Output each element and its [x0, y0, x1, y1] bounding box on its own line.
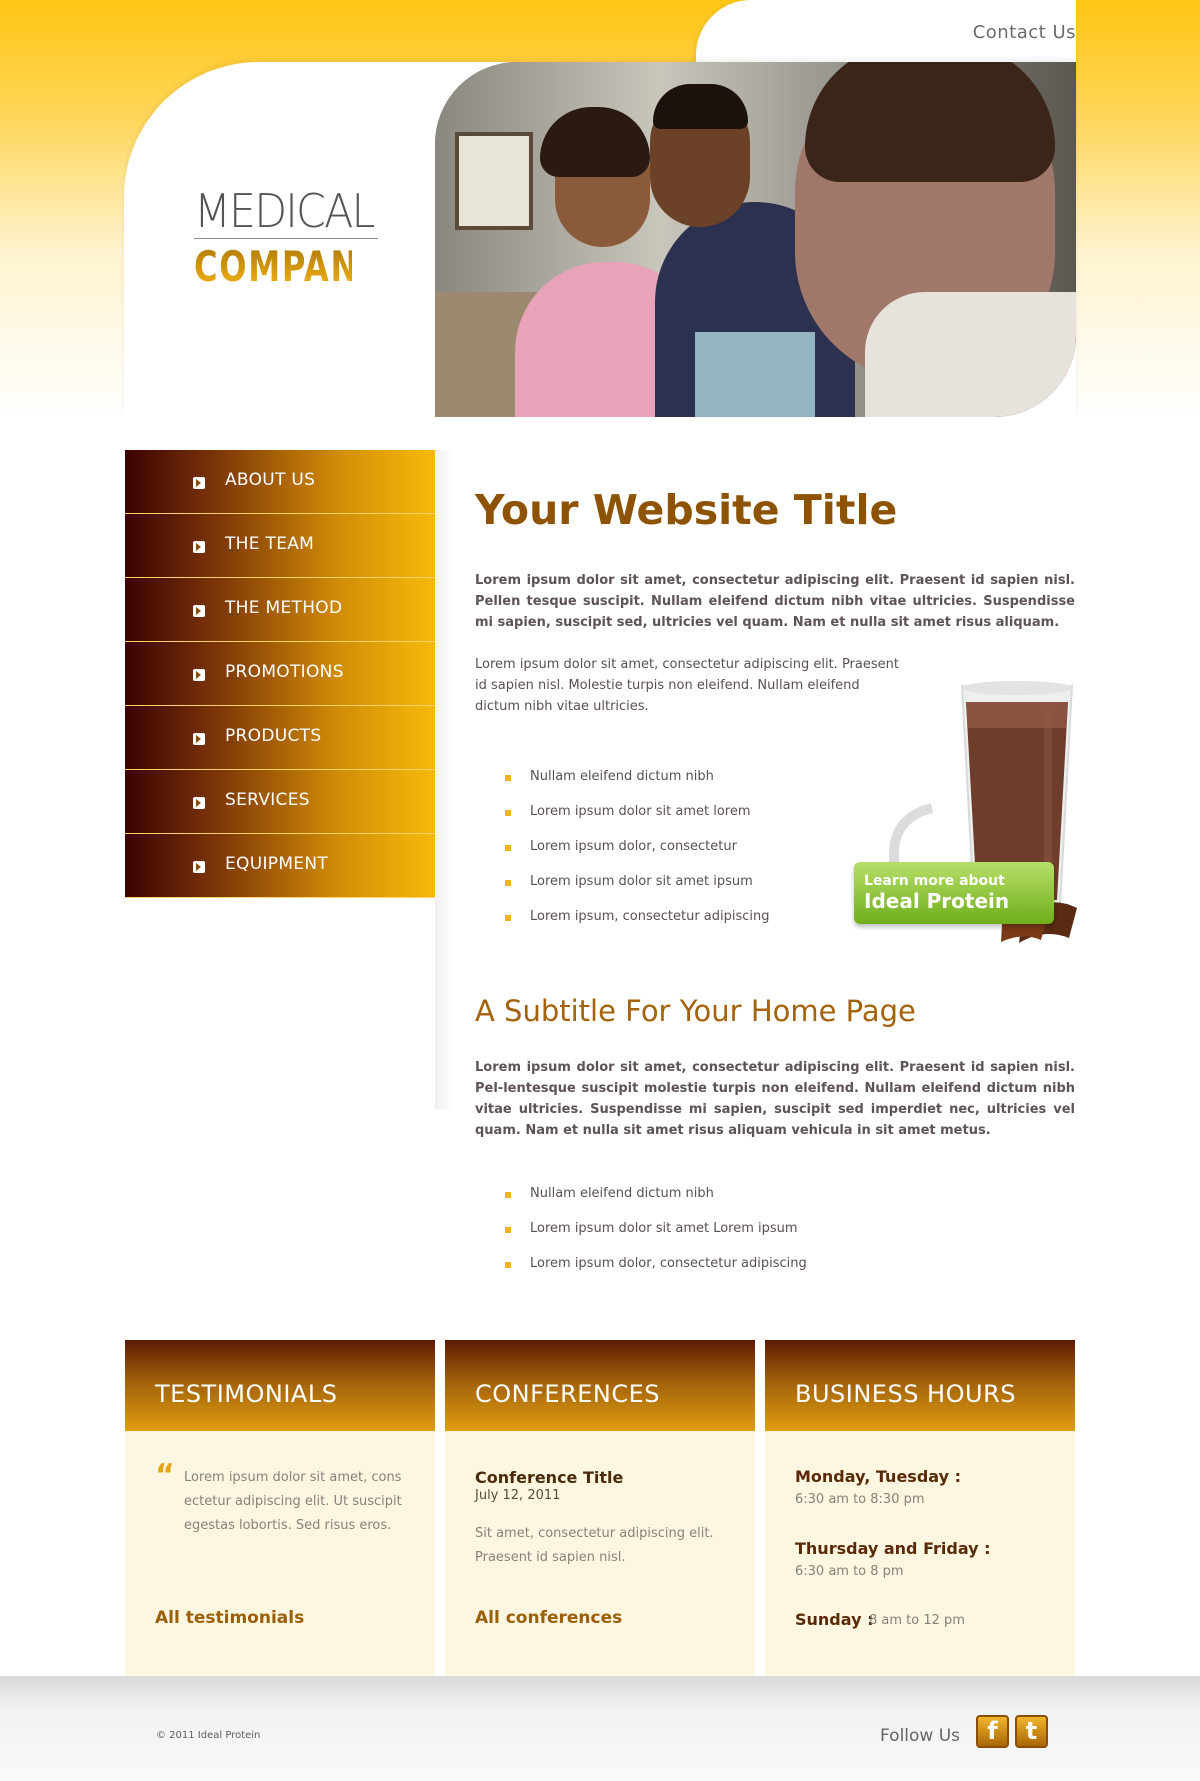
- feature-list-2: Nullam eleifend dictum nibh Lorem ipsum …: [475, 1184, 1075, 1289]
- nav-item-label: PRODUCTS: [225, 726, 322, 746]
- testimonial-text: Lorem ipsum dolor sit amet, cons ectetur…: [184, 1470, 402, 1533]
- secondary-paragraph: Lorem ipsum dolor sit amet, consectetur …: [475, 657, 899, 714]
- logo-top-text: MEDICAL: [194, 184, 375, 238]
- hours-time-value: 6:30 am to 8:30 pm: [795, 1492, 925, 1507]
- learn-more-button[interactable]: Learn more about Ideal Protein: [854, 862, 1054, 924]
- list-item: Lorem ipsum, consectetur adipiscing: [475, 907, 875, 942]
- all-conferences-link[interactable]: All conferences: [475, 1608, 622, 1628]
- hours-day-label: Thursday and Friday :: [795, 1539, 991, 1558]
- hours-time-value: 8 am to 12 pm: [869, 1613, 965, 1628]
- arrow-right-icon: [193, 605, 205, 617]
- hours-day-label: Sunday :: [795, 1610, 874, 1629]
- intro-paragraph: Lorem ipsum dolor sit amet, consectetur …: [475, 573, 1075, 630]
- nav-item-about-us[interactable]: ABOUT US: [125, 450, 435, 514]
- arrow-right-icon: [193, 797, 205, 809]
- business-hours-box: BUSINESS HOURS Monday, Tuesday : 6:30 am…: [765, 1340, 1075, 1676]
- box-header: BUSINESS HOURS: [765, 1340, 1075, 1431]
- nav-item-products[interactable]: PRODUCTS: [125, 706, 435, 770]
- copyright-text: © 2011 Ideal Protein: [156, 1730, 261, 1741]
- quote-icon: “: [155, 1458, 175, 1493]
- box-title: TESTIMONIALS: [155, 1380, 338, 1408]
- arrow-right-icon: [193, 861, 205, 873]
- hero-photo: [435, 62, 1076, 417]
- hours-day-label: Monday, Tuesday :: [795, 1467, 961, 1486]
- list-item: Lorem ipsum dolor sit amet lorem: [475, 802, 875, 837]
- nav-item-services[interactable]: SERVICES: [125, 770, 435, 834]
- page-subtitle: A Subtitle For Your Home Page: [475, 994, 916, 1028]
- list-item: Lorem ipsum dolor sit amet ipsum: [475, 872, 875, 907]
- conference-date: July 12, 2011: [475, 1488, 561, 1503]
- nav-item-label: SERVICES: [225, 790, 310, 810]
- arrow-right-icon: [193, 733, 205, 745]
- arrow-right-icon: [193, 669, 205, 681]
- feature-list: Nullam eleifend dictum nibh Lorem ipsum …: [475, 767, 875, 942]
- nav-item-label: EQUIPMENT: [225, 854, 329, 874]
- nav-item-equipment[interactable]: EQUIPMENT: [125, 834, 435, 898]
- logo-bottom-text: COMPANY: [194, 242, 384, 291]
- twitter-icon[interactable]: t: [1015, 1715, 1048, 1748]
- nav-item-the-method[interactable]: THE METHOD: [125, 578, 435, 642]
- nav-item-promotions[interactable]: PROMOTIONS: [125, 642, 435, 706]
- logo[interactable]: MEDICAL COMPANY: [194, 184, 384, 291]
- arrow-right-icon: [193, 541, 205, 553]
- box-header: TESTIMONIALS: [125, 1340, 435, 1431]
- list-item: Lorem ipsum dolor, consectetur: [475, 837, 875, 872]
- nav-item-the-team[interactable]: THE TEAM: [125, 514, 435, 578]
- nav-item-label: THE TEAM: [225, 534, 315, 554]
- conference-title: Conference Title: [475, 1468, 624, 1487]
- nav-item-label: ABOUT US: [225, 470, 316, 490]
- nav-item-label: PROMOTIONS: [225, 662, 344, 682]
- hours-time-value: 6:30 am to 8 pm: [795, 1564, 904, 1579]
- nav-item-label: THE METHOD: [225, 598, 343, 618]
- testimonials-box: TESTIMONIALS “ Lorem ipsum dolor sit ame…: [125, 1340, 435, 1676]
- follow-us-label: Follow Us: [880, 1726, 961, 1746]
- box-header: CONFERENCES: [445, 1340, 755, 1431]
- box-title: BUSINESS HOURS: [795, 1380, 1016, 1408]
- all-testimonials-link[interactable]: All testimonials: [155, 1608, 304, 1628]
- subtitle-paragraph: Lorem ipsum dolor sit amet, consectetur …: [475, 1060, 1075, 1138]
- sidebar-nav: ABOUT US THE TEAM THE METHOD PROMOTIONS …: [125, 450, 435, 898]
- list-item: Lorem ipsum dolor sit amet Lorem ipsum: [475, 1219, 1075, 1254]
- promo-line-1: Learn more about: [864, 873, 1005, 889]
- conference-text: Sit amet, consectetur adipiscing elit. P…: [475, 1526, 714, 1565]
- list-item: Lorem ipsum dolor, consectetur adipiscin…: [475, 1254, 1075, 1289]
- list-item: Nullam eleifend dictum nibh: [475, 767, 875, 802]
- promo-line-2: Ideal Protein: [864, 889, 1010, 913]
- contact-us-link[interactable]: Contact Us: [973, 22, 1076, 43]
- conferences-box: CONFERENCES Conference Title July 12, 20…: [445, 1340, 755, 1676]
- content-divider-shadow: [435, 450, 455, 1110]
- logo-divider: [194, 238, 378, 239]
- list-item: Nullam eleifend dictum nibh: [475, 1184, 1075, 1219]
- arrow-right-icon: [193, 477, 205, 489]
- page-title: Your Website Title: [475, 486, 898, 534]
- box-title: CONFERENCES: [475, 1380, 661, 1408]
- facebook-icon[interactable]: f: [976, 1715, 1009, 1748]
